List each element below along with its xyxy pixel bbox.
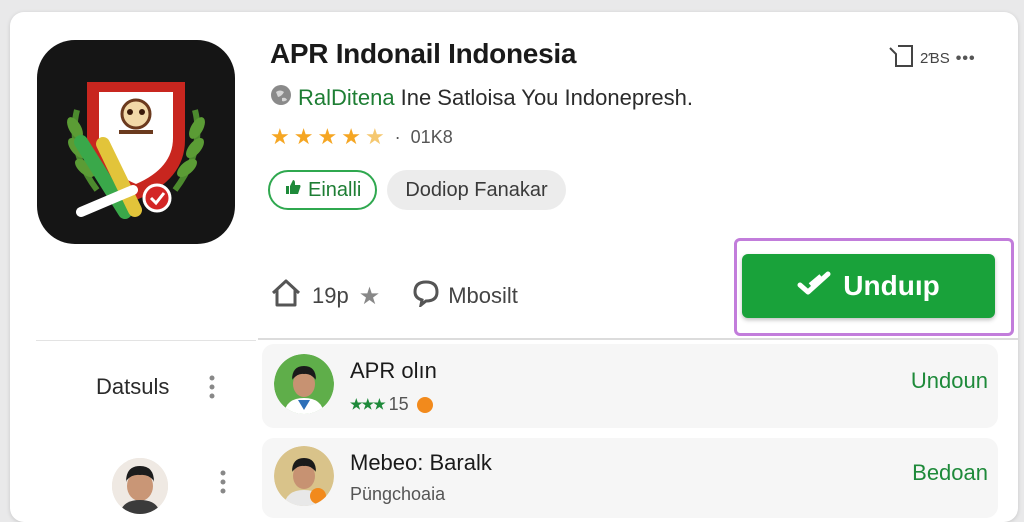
kebab-menu-icon[interactable] — [209, 375, 215, 399]
more-icon[interactable]: ••• — [956, 50, 976, 68]
messages-label: Mbosilt — [448, 283, 518, 308]
list-item-subtitle-text: Püngchoaia — [350, 484, 446, 504]
list-item-rating: ★★★ 15 — [350, 394, 433, 415]
list-item-subtitle: Püngchoaia — [350, 484, 445, 505]
install-button-label: Unduıp — [843, 270, 940, 301]
list-item[interactable]: APR olın ★★★ 15 Undoun — [262, 344, 998, 428]
star-icon: ★ — [270, 124, 290, 149]
app-tagline: Ine Satloisa You Indonepresh. — [400, 85, 693, 110]
star-icon: ★ — [341, 124, 361, 149]
star-icon: ★ — [293, 124, 314, 149]
kebab-menu-icon[interactable] — [220, 470, 226, 494]
chip-row: Einalli Dodiop Fanakar — [268, 170, 566, 210]
list-item-action[interactable]: Undoun — [911, 368, 988, 394]
check-icon — [797, 270, 831, 303]
mini-stars: ★★★ — [350, 396, 386, 412]
developer-name[interactable]: RalDitena — [298, 85, 395, 111]
avatar — [274, 354, 334, 414]
globe-icon — [270, 84, 292, 112]
install-button[interactable]: Unduıp — [742, 254, 995, 318]
app-title: APR Indonail Indonesia — [270, 38, 577, 69]
stats-score: 19p — [312, 283, 349, 308]
category-chip[interactable]: Dodiop Fanakar — [387, 170, 566, 210]
avatar — [274, 446, 334, 506]
list-item-action[interactable]: Bedoan — [912, 460, 988, 486]
thumbs-up-icon — [284, 178, 302, 202]
app-logo-icon — [37, 40, 235, 244]
divider — [258, 338, 1018, 340]
list-item[interactable]: Mebeo: Baralk Püngchoaia Bedoan — [262, 438, 998, 518]
home-icon — [270, 278, 302, 314]
bookmark-icon[interactable] — [888, 44, 914, 73]
rating-meta: 01K8 — [410, 126, 453, 147]
star-half-icon: ★ — [364, 124, 385, 149]
divider — [36, 340, 256, 341]
messages-link[interactable]: Mbosilt — [412, 279, 518, 313]
install-chip-label: Einalli — [308, 178, 362, 201]
rating-dot: · — [394, 126, 401, 147]
star-icon: ★ — [358, 282, 381, 310]
list-item-count: 15 — [388, 394, 409, 414]
top-actions: 2ƁS ••• — [888, 44, 976, 73]
developer-row: RalDitena Ine Satloisa You Indonepresh. — [270, 84, 693, 112]
list-item-name: Mebeo: Baralk — [350, 450, 492, 475]
sidebar-item-details[interactable]: Datsuls — [96, 374, 215, 400]
sidebar-details-label: Datsuls — [96, 374, 170, 399]
rating-row: ★ ★ ★ ★ ★ · 01K8 — [270, 126, 453, 148]
install-chip[interactable]: Einalli — [268, 170, 378, 210]
list-item-name: APR olın — [350, 358, 437, 383]
avatar[interactable] — [112, 458, 168, 514]
top-count: 2ƁS — [920, 50, 950, 67]
chat-bubble-icon — [412, 279, 440, 313]
star-icon: ★ — [317, 124, 338, 149]
stats-row: 19p ★ Mbosilt — [270, 278, 518, 314]
category-chip-label: Dodiop Fanakar — [405, 178, 548, 201]
badge-icon — [416, 396, 433, 413]
